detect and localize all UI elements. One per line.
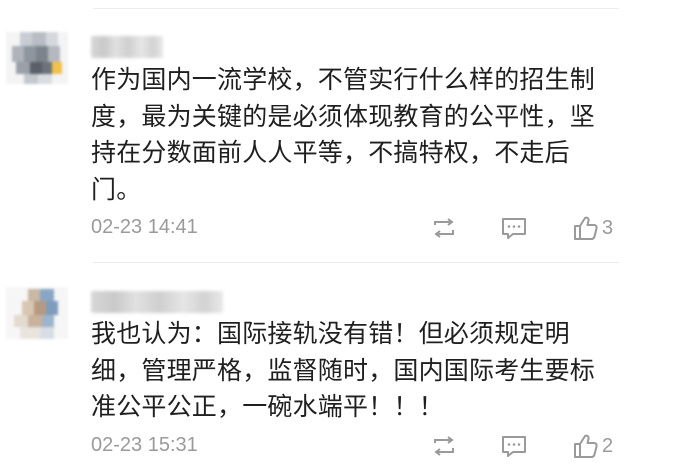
repost-icon[interactable] xyxy=(429,214,459,242)
like-count: 3 xyxy=(602,216,614,239)
avatar[interactable] xyxy=(6,287,68,339)
avatar-image xyxy=(6,32,68,84)
comment-time: 02-23 15:31 xyxy=(91,434,198,456)
comment-text: 作为国内一流学校，不管实行什么样的招生制 度，最为关键的是必须体现教育的公平性，… xyxy=(91,65,596,204)
comment-meta: 02-23 14:41 3 xyxy=(91,214,631,244)
username[interactable] xyxy=(91,291,223,313)
avatar-image xyxy=(6,287,68,339)
comment-divider xyxy=(93,262,619,263)
like-button[interactable]: 2 xyxy=(571,432,613,460)
comment-time: 02-23 14:41 xyxy=(91,216,198,238)
repost-icon[interactable] xyxy=(429,432,459,460)
like-icon xyxy=(574,216,598,240)
like-button[interactable]: 3 xyxy=(571,214,613,242)
comment-text: 我也认为：国际接轨没有错！但必须规定明 细，管理严格，监督随时，国内国际考生要标… xyxy=(91,319,596,421)
avatar[interactable] xyxy=(6,32,68,84)
comment-icon[interactable] xyxy=(499,432,529,460)
comment-icon[interactable] xyxy=(499,214,529,242)
like-count: 2 xyxy=(602,434,614,457)
comment-meta: 02-23 15:31 2 xyxy=(91,432,631,462)
like-icon xyxy=(574,434,598,458)
username[interactable] xyxy=(91,36,163,58)
top-divider xyxy=(93,8,619,9)
